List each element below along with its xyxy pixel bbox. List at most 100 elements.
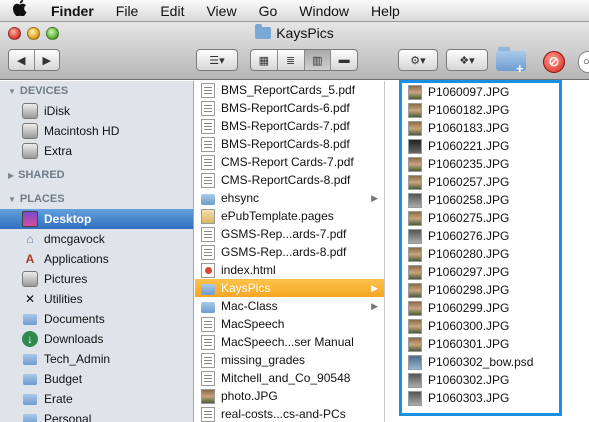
file-row[interactable]: P1060298.JPG bbox=[386, 281, 589, 299]
sidebar-item-budget[interactable]: Budget bbox=[0, 369, 193, 389]
forward-button[interactable]: ▶ bbox=[35, 54, 60, 67]
file-name: P1060183.JPG bbox=[428, 121, 510, 135]
sidebar-item-label: dmcgavock bbox=[44, 232, 105, 246]
file-row[interactable]: Mitchell_and_Co_90548 bbox=[195, 369, 384, 387]
file-row[interactable]: missing_grades bbox=[195, 351, 384, 369]
image-thumbnail-icon bbox=[201, 388, 215, 404]
file-row[interactable]: BMS-ReportCards-7.pdf bbox=[195, 117, 384, 135]
file-row[interactable]: P1060300.JPG bbox=[386, 317, 589, 335]
file-name: P1060298.JPG bbox=[428, 283, 510, 297]
menu-window[interactable]: Window bbox=[288, 3, 360, 19]
file-row[interactable]: BMS_ReportCards_5.pdf bbox=[195, 81, 384, 99]
file-row[interactable]: P1060221.JPG bbox=[386, 137, 589, 155]
sidebar-item-pictures[interactable]: Pictures bbox=[0, 269, 193, 289]
file-row[interactable]: P1060299.JPG bbox=[386, 299, 589, 317]
file-row[interactable]: P1060276.JPG bbox=[386, 227, 589, 245]
menu-bar: Finder File Edit View Go Window Help bbox=[0, 0, 589, 22]
sidebar-item-extra[interactable]: Extra bbox=[0, 141, 193, 161]
menu-finder[interactable]: Finder bbox=[40, 3, 105, 19]
document-icon bbox=[201, 316, 215, 332]
file-row[interactable]: MacSpeech bbox=[195, 315, 384, 333]
file-name: P1060258.JPG bbox=[428, 193, 510, 207]
file-row[interactable]: ehsync ▶ bbox=[195, 189, 384, 207]
sidebar-places-header[interactable]: ▼ PLACES bbox=[0, 189, 193, 209]
menu-help[interactable]: Help bbox=[360, 3, 411, 19]
sidebar-item-applications[interactable]: A Applications bbox=[0, 249, 193, 269]
file-row[interactable]: BMS-ReportCards-8.pdf bbox=[195, 135, 384, 153]
file-row[interactable]: real-costs...cs-and-PCs bbox=[195, 405, 384, 422]
sidebar-item-home[interactable]: ⌂ dmcgavock bbox=[0, 229, 193, 249]
file-row[interactable]: KaysPics ▶ bbox=[195, 279, 384, 297]
file-row[interactable]: P1060183.JPG bbox=[386, 119, 589, 137]
column-view-button[interactable]: ▥ bbox=[304, 50, 332, 70]
file-row[interactable]: GSMS-Rep...ards-8.pdf bbox=[195, 243, 384, 261]
file-row[interactable]: P1060301.JPG bbox=[386, 335, 589, 353]
sidebar-shared-label: SHARED bbox=[18, 169, 65, 181]
sidebar-item-erate[interactable]: Erate bbox=[0, 389, 193, 409]
file-row[interactable]: ePubTemplate.pages bbox=[195, 207, 384, 225]
apple-menu-icon[interactable] bbox=[0, 0, 40, 21]
sidebar-item-idisk[interactable]: iDisk bbox=[0, 101, 193, 121]
action-gear-button[interactable]: ⚙▾ bbox=[398, 49, 438, 71]
file-row[interactable]: P1060280.JPG bbox=[386, 245, 589, 263]
file-name: P1060235.JPG bbox=[428, 157, 510, 171]
sidebar-devices-label: DEVICES bbox=[19, 85, 69, 97]
menu-file[interactable]: File bbox=[105, 3, 150, 19]
dropbox-button[interactable]: ❖▾ bbox=[446, 49, 488, 71]
file-row[interactable]: P1060303.JPG bbox=[386, 389, 589, 407]
file-row[interactable]: P1060182.JPG bbox=[386, 101, 589, 119]
applications-icon: A bbox=[25, 252, 35, 266]
document-icon bbox=[201, 118, 215, 134]
file-name: CMS-ReportCards-8.pdf bbox=[221, 173, 351, 187]
file-row[interactable]: P1060302.JPG bbox=[386, 371, 589, 389]
menu-view[interactable]: View bbox=[195, 3, 247, 19]
file-row[interactable]: GSMS-Rep...ards-7.pdf bbox=[195, 225, 384, 243]
menu-go[interactable]: Go bbox=[248, 3, 289, 19]
file-row[interactable]: P1060275.JPG bbox=[386, 209, 589, 227]
back-button[interactable]: ◀ bbox=[9, 54, 34, 67]
file-name: GSMS-Rep...ards-7.pdf bbox=[221, 227, 347, 241]
menu-edit[interactable]: Edit bbox=[149, 3, 195, 19]
disclosure-arrow-icon: ▶ bbox=[371, 193, 378, 203]
sidebar-item-tech-admin[interactable]: Tech_Admin bbox=[0, 349, 193, 369]
file-row[interactable]: index.html bbox=[195, 261, 384, 279]
coverflow-view-button[interactable]: ▬ bbox=[331, 50, 357, 70]
folder-icon bbox=[255, 24, 272, 39]
file-name: P1060300.JPG bbox=[428, 319, 510, 333]
file-row[interactable]: P1060257.JPG bbox=[386, 173, 589, 191]
sidebar-devices-header[interactable]: ▼ DEVICES bbox=[0, 81, 193, 101]
file-row[interactable]: BMS-ReportCards-6.pdf bbox=[195, 99, 384, 117]
file-row[interactable]: P1060297.JPG bbox=[386, 263, 589, 281]
sidebar-item-macintosh-hd[interactable]: Macintosh HD bbox=[0, 121, 193, 141]
image-thumbnail-icon bbox=[201, 208, 215, 224]
file-row[interactable]: Mac-Class ▶ bbox=[195, 297, 384, 315]
sidebar-item-desktop[interactable]: Desktop bbox=[0, 209, 193, 229]
file-row[interactable]: CMS-ReportCards-8.pdf bbox=[195, 171, 384, 189]
downloads-icon: ↓ bbox=[22, 331, 38, 347]
arrange-button[interactable]: ☰▾ bbox=[196, 49, 238, 71]
search-field[interactable]: ○ bbox=[578, 51, 589, 73]
file-row[interactable]: P1060097.JPG bbox=[386, 83, 589, 101]
list-view-button[interactable]: ≣ bbox=[278, 50, 305, 70]
new-folder-button[interactable]: + bbox=[496, 45, 528, 76]
file-row[interactable]: P1060302_bow.psd bbox=[386, 353, 589, 371]
sidebar-item-documents[interactable]: Documents bbox=[0, 309, 193, 329]
sidebar-item-label: Documents bbox=[44, 312, 105, 326]
file-row[interactable]: P1060258.JPG bbox=[386, 191, 589, 209]
document-icon bbox=[201, 136, 215, 152]
sidebar-item-label: Erate bbox=[44, 392, 73, 406]
file-row[interactable]: photo.JPG bbox=[195, 387, 384, 405]
file-row[interactable]: P1060235.JPG bbox=[386, 155, 589, 173]
sidebar-item-utilities[interactable]: ✕ Utilities bbox=[0, 289, 193, 309]
icon-view-button[interactable]: ▦ bbox=[251, 50, 278, 70]
delete-button[interactable]: ⊘ bbox=[543, 51, 565, 73]
sidebar-item-downloads[interactable]: ↓ Downloads bbox=[0, 329, 193, 349]
window-toolbar: KaysPics ◀ ▶ ☰▾ ▦ ≣ ▥ ▬ ⚙▾ ❖▾ + ⊘ ○ bbox=[0, 22, 589, 80]
image-thumbnail-icon bbox=[408, 336, 422, 352]
file-name: KaysPics bbox=[221, 281, 271, 295]
sidebar-shared-header[interactable]: ▶ SHARED bbox=[0, 165, 193, 185]
file-row[interactable]: CMS-Report Cards-7.pdf bbox=[195, 153, 384, 171]
window-title: KaysPics bbox=[0, 24, 589, 41]
file-row[interactable]: MacSpeech...ser Manual bbox=[195, 333, 384, 351]
sidebar-item-personal[interactable]: Personal bbox=[0, 409, 193, 422]
